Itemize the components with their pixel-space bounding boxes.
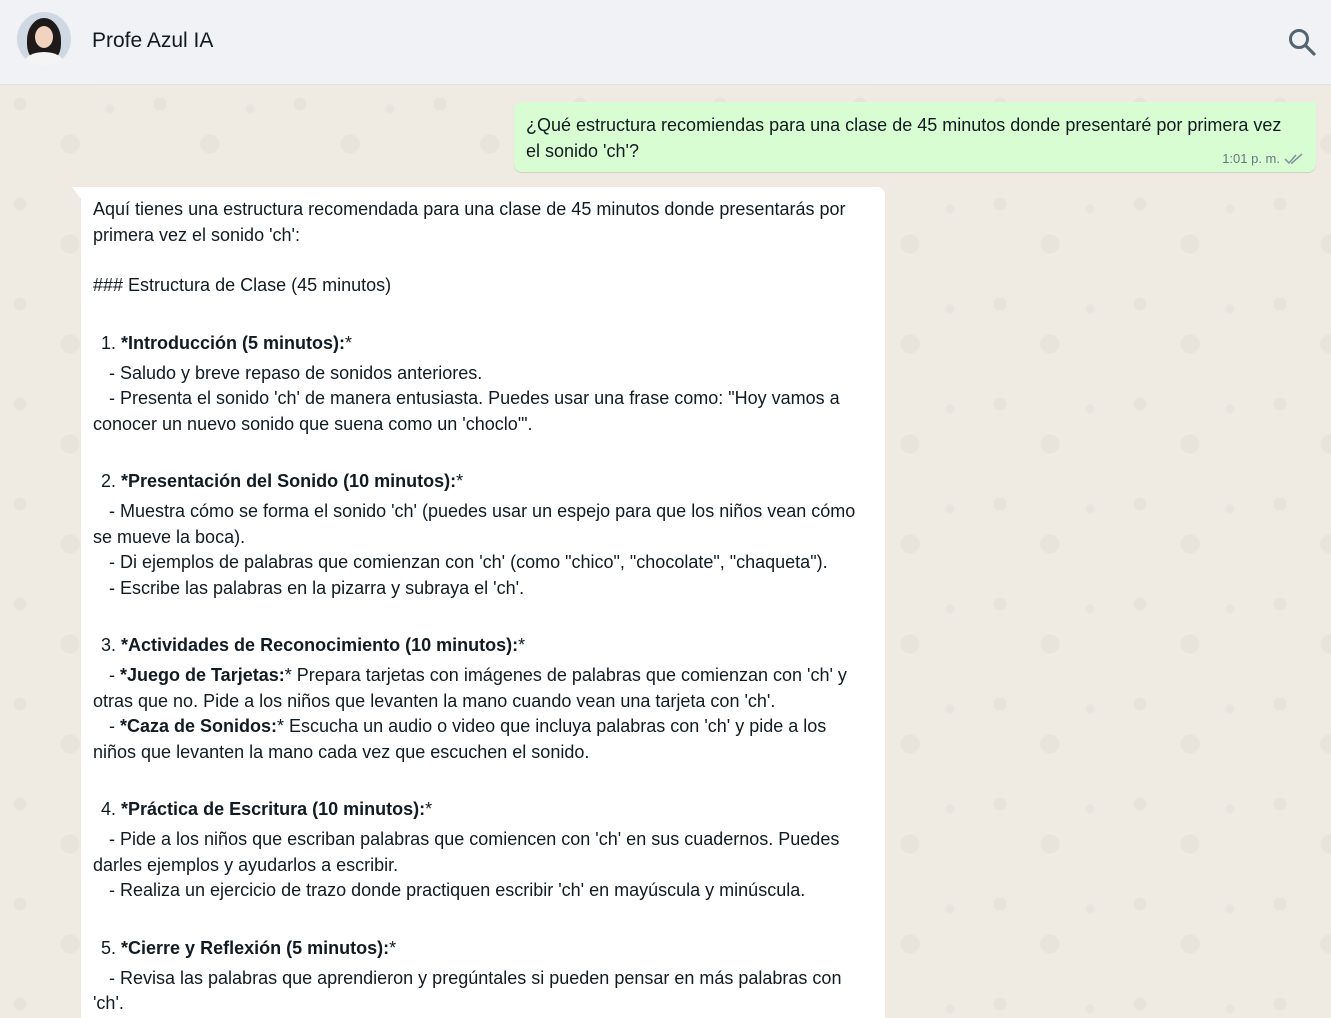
section-title: 1. *Introducción (5 minutos):* [101,330,873,356]
section-title-text: *Actividades de Reconocimiento (10 minut… [121,635,519,655]
structure-sections: 1. *Introducción (5 minutos):* - Saludo y… [93,299,873,1017]
section-title-text: *Introducción (5 minutos): [121,332,346,353]
activity-title: *Caza de Sonidos: [120,716,278,736]
section-title: 3. *Actividades de Reconocimiento (10 mi… [101,632,873,658]
section-line: - Revisa las palabras que aprendieron y … [93,967,842,1014]
section-title-tail: * [345,332,353,353]
section-line: - *Caza de Sonidos:* Escucha un audio o … [93,716,827,762]
message-time: 1:01 p. m. [1222,151,1280,166]
section-line: - Pide a los niños que escriban palabras… [93,829,840,875]
section-number: 3. [101,635,122,655]
section-line: - Muestra cómo se forma el sonido 'ch' (… [93,501,856,547]
chat-header: Profe Azul IA [0,0,1331,85]
section-title-tail: * [425,799,433,819]
section-title-text: *Cierre y Reflexión (5 minutos): [121,937,390,958]
contact-avatar[interactable] [17,12,71,66]
avatar-face [35,26,53,48]
section-title-tail: * [389,937,397,958]
section-title: 2. *Presentación del Sonido (10 minutos)… [101,468,873,494]
incoming-message[interactable]: Aquí tienes una estructura recomendada p… [72,187,885,1018]
outgoing-message-meta: 1:01 p. m. [1222,151,1304,166]
section-number: 5. [101,937,122,958]
section-line: - *Juego de Tarjetas:* Prepara tarjetas … [93,665,847,711]
section-line: - Saludo y breve repaso de sonidos anter… [109,362,483,383]
avatar-shirt [25,52,63,66]
section-title-text: *Presentación del Sonido (10 minutos): [121,471,457,491]
outgoing-message[interactable]: ¿Qué estructura recomiendas para una cla… [514,102,1316,172]
section-line: - Di ejemplos de palabras que comienzan … [109,552,828,572]
activity-title: *Juego de Tarjetas: [120,665,285,685]
section-title-tail: * [456,471,464,491]
section-line: - Presenta el sonido 'ch' de manera entu… [93,388,840,434]
double-check-icon [1284,152,1303,164]
search-icon[interactable] [1286,26,1318,58]
section-number: 4. [101,799,122,819]
section-title-tail: * [518,635,526,655]
outgoing-message-text: ¿Qué estructura recomiendas para una cla… [526,115,1282,161]
section-number: 1. [101,332,122,353]
section-line: - Escribe las palabras en la pizarra y s… [109,577,525,598]
message-intro: Aquí tienes una estructura recomendada p… [93,199,846,245]
message-heading: ### Estructura de Clase (45 minutos) [93,275,392,295]
section-title: 5. *Cierre y Reflexión (5 minutos):* [101,935,873,961]
contact-name[interactable]: Profe Azul IA [92,28,213,54]
section-line: - Realiza un ejercicio de trazo donde pr… [109,880,806,900]
section-title: 4. *Práctica de Escritura (10 minutos):* [101,796,873,822]
section-number: 2. [101,471,122,491]
bubble-tail [72,187,81,199]
section-title-text: *Práctica de Escritura (10 minutos): [121,799,426,819]
